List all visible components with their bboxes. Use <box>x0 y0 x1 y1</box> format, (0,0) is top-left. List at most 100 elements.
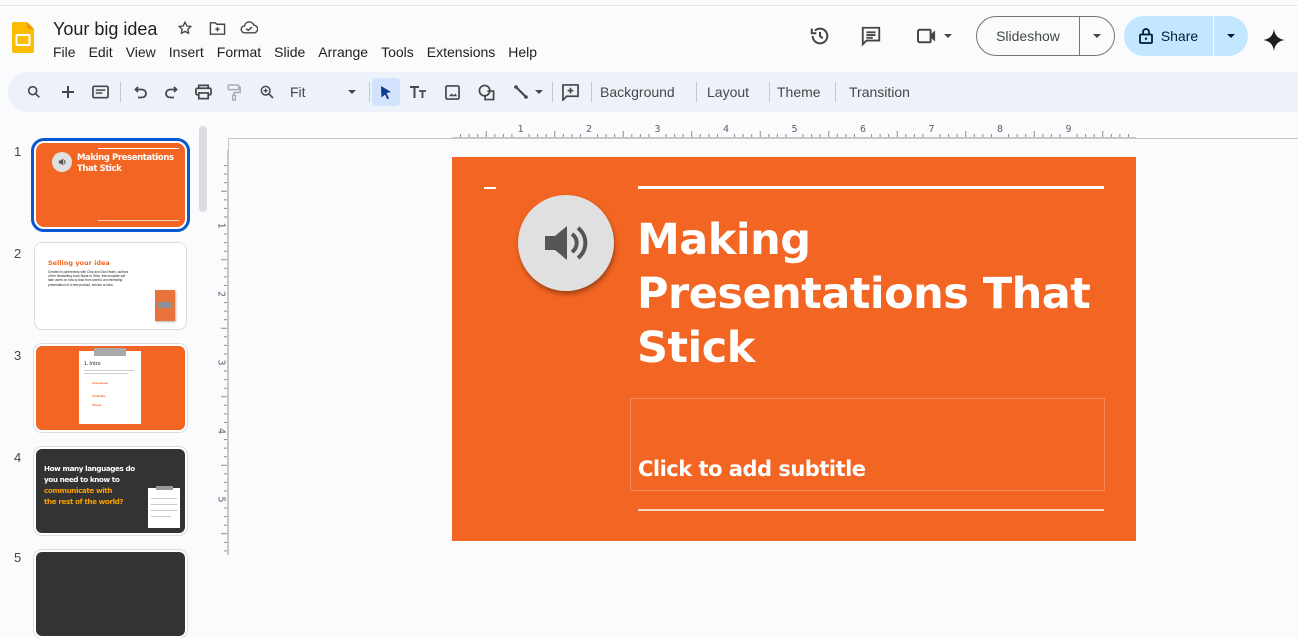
toolbar-divider <box>835 82 836 102</box>
ruler-label: 8 <box>997 124 1003 135</box>
thumb-title: Selling your idea <box>48 259 110 267</box>
slideshow-button[interactable]: Slideshow <box>977 17 1080 55</box>
transition-button[interactable]: Transition <box>849 78 910 106</box>
slide-number: 4 <box>14 450 22 465</box>
toolbar-divider <box>769 82 770 102</box>
redo-icon[interactable] <box>159 78 183 106</box>
meet-dropdown-caret-icon <box>944 34 952 38</box>
chevron-down-icon <box>535 90 543 94</box>
clip-image <box>94 348 126 356</box>
menu-slide[interactable]: Slide <box>274 44 305 60</box>
version-history-icon[interactable] <box>808 24 832 48</box>
menu-extensions[interactable]: Extensions <box>427 44 495 60</box>
undo-icon[interactable] <box>129 78 153 106</box>
slide-thumbnail-2[interactable]: Selling your idea Created in partnership… <box>34 242 187 330</box>
slide-thumbnail-3[interactable]: 1. Intro Unexpected Credibility Simple <box>34 344 187 432</box>
slide-number: 1 <box>14 144 22 159</box>
menu-edit[interactable]: Edit <box>89 44 113 60</box>
menu-file[interactable]: File <box>53 44 76 60</box>
menu-arrange[interactable]: Arrange <box>318 44 368 60</box>
paper-card <box>148 486 180 528</box>
slide-thumbnail-1[interactable]: Making Presentations That Stick <box>31 138 190 232</box>
print-icon[interactable] <box>191 78 215 106</box>
menu-bar: File Edit View Insert Format Slide Arran… <box>53 44 550 60</box>
slide-top-rule <box>638 186 1104 189</box>
gemini-sparkle-icon[interactable] <box>1262 28 1286 52</box>
slides-logo-icon[interactable] <box>12 22 34 53</box>
thumb-item: Unexpected <box>92 381 108 385</box>
ruler-label: 4 <box>216 428 227 434</box>
lock-icon <box>1138 28 1153 44</box>
zoom-value: Fit <box>290 84 306 100</box>
text-box-icon[interactable] <box>406 78 430 106</box>
select-tool-icon[interactable] <box>372 78 400 106</box>
thumb-title: Making Presentations That Stick <box>77 153 174 174</box>
shape-icon[interactable] <box>474 78 498 106</box>
ruler-label: 7 <box>928 124 934 135</box>
ruler-label: 1 <box>216 222 227 228</box>
menu-tools[interactable]: Tools <box>381 44 414 60</box>
insert-image-icon[interactable] <box>440 78 464 106</box>
paper-card: 1. Intro Unexpected Credibility Simple <box>79 348 141 424</box>
meet-call-icon[interactable] <box>912 24 956 48</box>
share-label: Share <box>1160 28 1199 44</box>
thumb-title: How many languages do you need to know t… <box>44 464 135 506</box>
toolbar-divider <box>369 82 370 102</box>
background-button[interactable]: Background <box>600 78 675 106</box>
ruler-label: 3 <box>216 359 227 365</box>
speaker-icon <box>545 226 588 260</box>
thumb-title: 1. Intro <box>84 361 101 367</box>
thumb-body: Created in partnership with Chip and Dan… <box>48 270 129 287</box>
ruler-label: 6 <box>860 124 866 135</box>
comments-icon[interactable] <box>859 24 883 48</box>
thumb-item: Simple <box>92 403 102 407</box>
new-slide-layout-icon[interactable] <box>88 78 112 106</box>
thumb-item: Credibility <box>92 394 106 398</box>
chevron-down-icon <box>1093 34 1101 38</box>
slide-thumbnail-5[interactable] <box>34 550 187 638</box>
filmstrip-scrollbar[interactable] <box>199 126 207 212</box>
slideshow-dropdown-button[interactable] <box>1080 17 1114 55</box>
menu-insert[interactable]: Insert <box>169 44 204 60</box>
cloud-saved-icon[interactable] <box>240 19 258 37</box>
ruler-label: 5 <box>791 124 797 135</box>
zoom-select[interactable]: Fit <box>286 78 360 106</box>
line-tool-icon[interactable] <box>508 78 548 106</box>
new-slide-plus-icon[interactable] <box>56 78 80 106</box>
ruler-label: 1 <box>517 124 523 135</box>
slide-number: 3 <box>14 348 22 363</box>
app-header: Your big idea File Edit View Insert Form… <box>0 6 1298 68</box>
menu-format[interactable]: Format <box>217 44 261 60</box>
slideshow-button-group: Slideshow <box>976 16 1115 56</box>
paint-format-icon[interactable] <box>222 78 246 106</box>
ruler-label: 3 <box>654 124 660 135</box>
move-to-folder-icon[interactable] <box>208 19 226 37</box>
star-icon[interactable] <box>176 19 194 37</box>
ruler-label: 9 <box>1065 124 1071 135</box>
current-slide[interactable]: Making Presentations That Stick Click to… <box>452 157 1136 541</box>
speaker-icon <box>52 152 72 172</box>
slide-title[interactable]: Making Presentations That Stick <box>637 213 1091 375</box>
chevron-down-icon <box>1227 34 1235 38</box>
add-comment-icon[interactable] <box>558 78 582 106</box>
audio-button[interactable] <box>518 195 614 291</box>
document-title[interactable]: Your big idea <box>53 19 157 40</box>
zoom-icon[interactable] <box>255 78 279 106</box>
theme-button[interactable]: Theme <box>777 78 821 106</box>
toolbar-divider <box>552 82 553 102</box>
share-dropdown-button[interactable] <box>1214 16 1248 56</box>
toolbar-divider <box>120 82 121 102</box>
toolbar-divider <box>696 82 697 102</box>
share-button-group: Share <box>1124 16 1248 56</box>
slide-thumbnail-4[interactable]: How many languages do you need to know t… <box>34 447 187 535</box>
menu-view[interactable]: View <box>126 44 156 60</box>
menu-help[interactable]: Help <box>508 44 537 60</box>
slide-bottom-rule <box>638 509 1104 511</box>
layout-button[interactable]: Layout <box>707 78 749 106</box>
book-cover-image <box>155 290 175 321</box>
subtitle-placeholder[interactable]: Click to add subtitle <box>638 457 866 481</box>
ruler-label: 4 <box>723 124 729 135</box>
search-menus-icon[interactable] <box>22 78 46 106</box>
share-button[interactable]: Share <box>1124 16 1214 56</box>
slide-dash-decoration <box>484 187 496 189</box>
